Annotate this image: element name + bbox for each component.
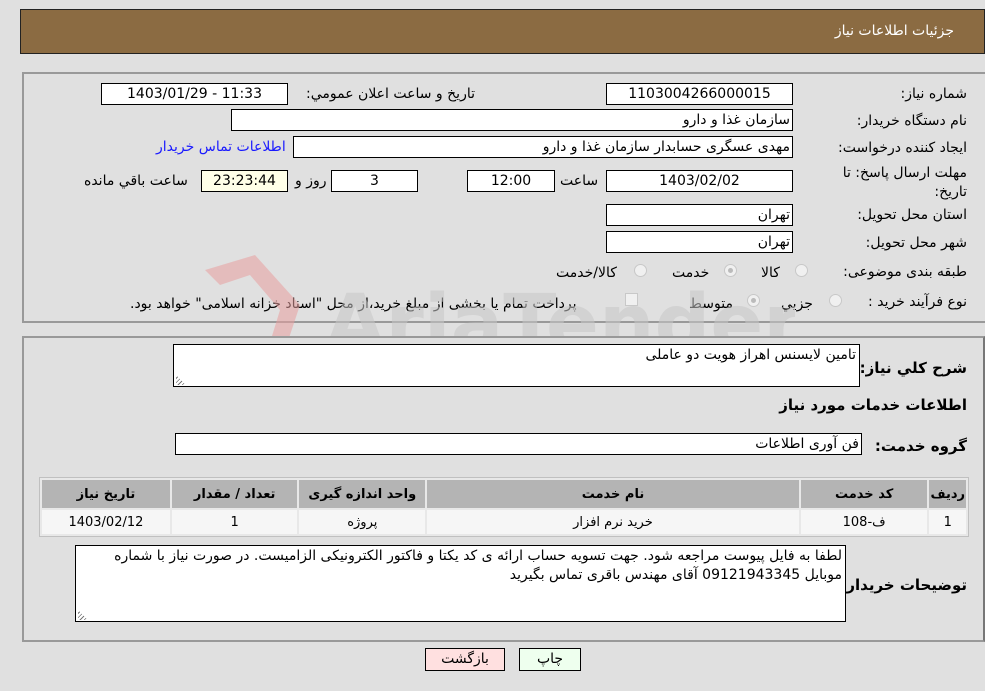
province-label: استان محل تحویل: [857,207,967,223]
buyer-notes-textarea[interactable]: لطفا به فایل پیوست مراجعه شود. جهت تسویه… [75,545,846,622]
time-remaining-label: ساعت باقي مانده [84,173,188,189]
print-button[interactable]: چاپ [519,648,581,671]
purchase-radio-minor[interactable] [829,294,842,307]
purchase-option-minor: جزيي [781,296,813,312]
page-header: جزئیات اطلاعات نیاز [20,9,985,54]
category-label: طبقه بندی موضوعی: [843,264,967,280]
province-field: تهران [606,204,793,226]
description-label: شرح کلي نیاز: [859,359,967,377]
col-header-service-code: کد خدمت [800,480,928,508]
col-header-need-date: تاریخ نیاز [42,480,170,508]
deadline-time-field: 12:00 [467,170,555,192]
cell-row-number: 1 [929,510,966,534]
time-remaining-field: 23:23:44 [201,170,288,192]
services-table: ردیف کد خدمت نام خدمت واحد اندازه گیری ت… [39,477,969,537]
city-label: شهر محل تحویل: [865,235,967,251]
table-row: 1 ف-108 خرید نرم افزار پروژه 1 1403/02/1… [42,510,966,534]
category-radio-service[interactable] [724,264,737,277]
table-header-row: ردیف کد خدمت نام خدمت واحد اندازه گیری ت… [42,480,966,508]
service-group-label: گروه خدمت: [874,437,967,455]
category-option-goods-service: کالا/خدمت [556,265,617,281]
city-field: تهران [606,231,793,253]
col-header-row-number: ردیف [929,480,966,508]
category-option-goods: کالا [761,265,780,281]
creator-label: ایجاد کننده درخواست: [838,140,967,156]
category-radio-goods-service[interactable] [634,264,647,277]
buyer-contact-link[interactable]: اطلاعات تماس خریدار [156,139,286,155]
buyer-notes-text: لطفا به فایل پیوست مراجعه شود. جهت تسویه… [114,548,842,583]
cell-service-name: خرید نرم افزار [427,510,799,534]
cell-quantity: 1 [171,510,298,534]
purchase-option-medium: متوسط [689,296,733,312]
service-group-field: فن آوری اطلاعات [175,433,862,455]
purchase-type-label: نوع فرآیند خرید : [868,294,967,310]
category-option-service: خدمت [672,265,710,281]
treasury-checkbox-label: پرداخت تمام یا بخشی از مبلغ خرید،از محل … [130,296,577,312]
description-textarea[interactable]: تامین لایسنس اهراز هویت دو عاملی [173,344,860,387]
purchase-radio-medium[interactable] [747,294,760,307]
cell-service-code: ف-108 [800,510,928,534]
days-remaining-field: 3 [331,170,418,192]
col-header-service-name: نام خدمت [427,480,799,508]
col-header-quantity: تعداد / مقدار [171,480,298,508]
announce-datetime-field: 1403/01/29 - 11:33 [101,83,288,105]
cell-need-date: 1403/02/12 [42,510,170,534]
deadline-date-field: 1403/02/02 [606,170,793,192]
buyer-notes-label: توضیحات خریدار: [840,576,967,594]
announce-datetime-label: تاریخ و ساعت اعلان عمومي: [306,86,475,102]
resize-grip-icon[interactable] [176,375,186,385]
creator-field: مهدی عسگری حسابدار سازمان غذا و دارو [293,136,793,158]
cell-unit: پروژه [299,510,426,534]
page-title: جزئیات اطلاعات نیاز [834,23,954,39]
services-section-title: اطلاعات خدمات مورد نیاز [779,396,967,414]
resize-grip-icon[interactable] [78,610,88,620]
deadline-label: مهلت ارسال پاسخ: تا تاریخ: [842,165,967,200]
need-number-field: 1103004266000015 [606,83,793,105]
buyer-org-label: نام دستگاه خریدار: [856,113,967,129]
deadline-time-label: ساعت [560,173,599,189]
back-button[interactable]: بازگشت [425,648,505,671]
category-radio-goods[interactable] [795,264,808,277]
days-label: روز و [295,173,327,189]
description-text: تامین لایسنس اهراز هویت دو عاملی [645,347,856,363]
buyer-org-field: سازمان غذا و دارو [231,109,793,131]
treasury-checkbox[interactable] [625,293,638,306]
col-header-unit: واحد اندازه گیری [299,480,426,508]
need-number-label: شماره نیاز: [900,86,968,102]
